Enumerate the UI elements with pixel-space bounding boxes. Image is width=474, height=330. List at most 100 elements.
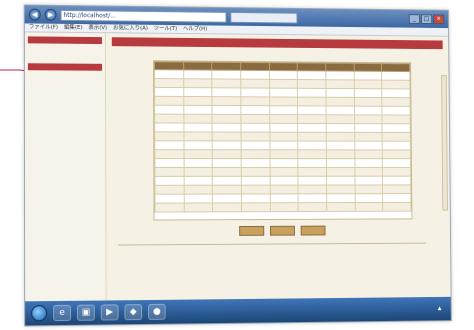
menu-edit[interactable]: 編集(E) bbox=[64, 24, 83, 32]
table-cell bbox=[297, 70, 326, 80]
table-cell bbox=[269, 158, 299, 168]
back-icon[interactable]: ◀ bbox=[28, 8, 41, 21]
table-row[interactable] bbox=[154, 158, 411, 168]
row-link[interactable] bbox=[212, 70, 241, 80]
minimize-icon[interactable]: _ bbox=[408, 14, 421, 24]
column-header[interactable] bbox=[269, 62, 298, 71]
row-link[interactable] bbox=[212, 78, 241, 88]
table-cell bbox=[183, 149, 213, 159]
table-cell bbox=[269, 193, 299, 203]
row-link[interactable] bbox=[212, 176, 242, 186]
table-cell bbox=[382, 114, 411, 124]
row-link[interactable] bbox=[212, 149, 242, 159]
table-row[interactable] bbox=[154, 202, 411, 213]
row-link[interactable] bbox=[212, 96, 241, 106]
menu-favorites[interactable]: お気に入り(A) bbox=[113, 24, 148, 32]
address-bar[interactable]: http://localhost/... bbox=[60, 9, 227, 23]
column-header[interactable] bbox=[154, 61, 184, 70]
breadcrumb[interactable] bbox=[112, 48, 443, 57]
network-icon[interactable]: ▲ bbox=[438, 306, 442, 312]
page-button[interactable] bbox=[269, 225, 295, 236]
taskbar: e ▣ ▶ ◆ ● ▲ bbox=[25, 296, 451, 326]
table-cell bbox=[325, 79, 354, 89]
table-cell bbox=[241, 167, 270, 177]
table-cell bbox=[298, 176, 327, 186]
maximize-icon[interactable]: □ bbox=[420, 14, 433, 25]
table-cell bbox=[298, 167, 327, 177]
sidebar-item[interactable] bbox=[28, 157, 102, 164]
system-tray: ▲ bbox=[438, 306, 451, 312]
row-link[interactable] bbox=[212, 105, 241, 115]
row-link[interactable] bbox=[212, 140, 242, 150]
table-cell bbox=[354, 167, 383, 177]
column-header[interactable] bbox=[240, 62, 270, 71]
page-scrollbar[interactable] bbox=[441, 75, 448, 211]
menu-file[interactable]: ファイル(F) bbox=[29, 23, 58, 31]
table-row[interactable] bbox=[154, 131, 411, 142]
table-row[interactable] bbox=[154, 176, 411, 186]
table-cell bbox=[269, 114, 298, 124]
table-cell bbox=[240, 123, 270, 133]
column-header[interactable] bbox=[297, 62, 326, 71]
table-cell bbox=[381, 88, 410, 98]
column-header[interactable] bbox=[381, 63, 410, 72]
next-button[interactable] bbox=[300, 225, 326, 236]
table-cell bbox=[154, 140, 184, 150]
table-cell bbox=[326, 202, 355, 212]
column-header[interactable] bbox=[325, 63, 354, 72]
table-cell bbox=[154, 203, 184, 213]
table-cell bbox=[240, 96, 270, 106]
row-link[interactable] bbox=[212, 167, 242, 177]
close-icon[interactable]: × bbox=[433, 14, 445, 25]
menu-view[interactable]: 表示(V) bbox=[88, 24, 107, 32]
button-row bbox=[152, 225, 411, 236]
column-header[interactable] bbox=[353, 63, 382, 72]
table-cell bbox=[325, 97, 355, 107]
prev-button[interactable] bbox=[239, 225, 265, 236]
row-link[interactable] bbox=[212, 194, 242, 203]
ie-icon[interactable]: e bbox=[53, 304, 72, 322]
table-cell bbox=[154, 96, 184, 106]
row-link[interactable] bbox=[212, 87, 241, 97]
row-link[interactable] bbox=[212, 158, 242, 168]
table-cell bbox=[354, 193, 383, 203]
table-row[interactable] bbox=[154, 167, 411, 177]
row-link[interactable] bbox=[212, 185, 242, 195]
table-cell bbox=[326, 184, 355, 194]
table-cell bbox=[382, 141, 411, 150]
table-cell bbox=[326, 132, 355, 142]
sidebar-item[interactable] bbox=[28, 53, 102, 61]
row-link[interactable] bbox=[212, 132, 242, 141]
table-cell bbox=[241, 185, 270, 195]
table-cell bbox=[241, 149, 270, 159]
table-row[interactable] bbox=[154, 149, 411, 159]
folder-icon[interactable]: ▣ bbox=[76, 304, 95, 321]
column-header[interactable] bbox=[183, 62, 213, 71]
table-cell bbox=[154, 122, 184, 132]
table-cell bbox=[269, 132, 298, 142]
app-icon[interactable]: ● bbox=[148, 303, 166, 320]
forward-icon[interactable]: ▶ bbox=[44, 8, 57, 21]
media-icon[interactable]: ▶ bbox=[100, 304, 119, 321]
table-cell bbox=[297, 97, 326, 106]
table-cell bbox=[381, 80, 410, 89]
start-button[interactable] bbox=[31, 305, 48, 322]
sidebar-item[interactable] bbox=[28, 150, 102, 157]
row-link[interactable] bbox=[212, 114, 241, 124]
column-header[interactable] bbox=[212, 62, 241, 71]
app-icon[interactable]: ◆ bbox=[124, 304, 143, 321]
table-cell bbox=[269, 202, 299, 212]
table-cell bbox=[154, 158, 184, 168]
table-cell bbox=[154, 176, 184, 186]
row-link[interactable] bbox=[212, 123, 242, 133]
menu-tools[interactable]: ツール(T) bbox=[154, 25, 178, 33]
table-row[interactable] bbox=[154, 140, 411, 150]
table-cell bbox=[354, 132, 383, 142]
page-title bbox=[111, 37, 443, 50]
browser-tab[interactable] bbox=[230, 11, 298, 24]
table-cell bbox=[269, 140, 299, 150]
table-cell bbox=[354, 202, 383, 212]
row-link[interactable] bbox=[212, 202, 242, 212]
menu-help[interactable]: ヘルプ(H) bbox=[183, 25, 207, 33]
table-cell bbox=[154, 167, 184, 177]
